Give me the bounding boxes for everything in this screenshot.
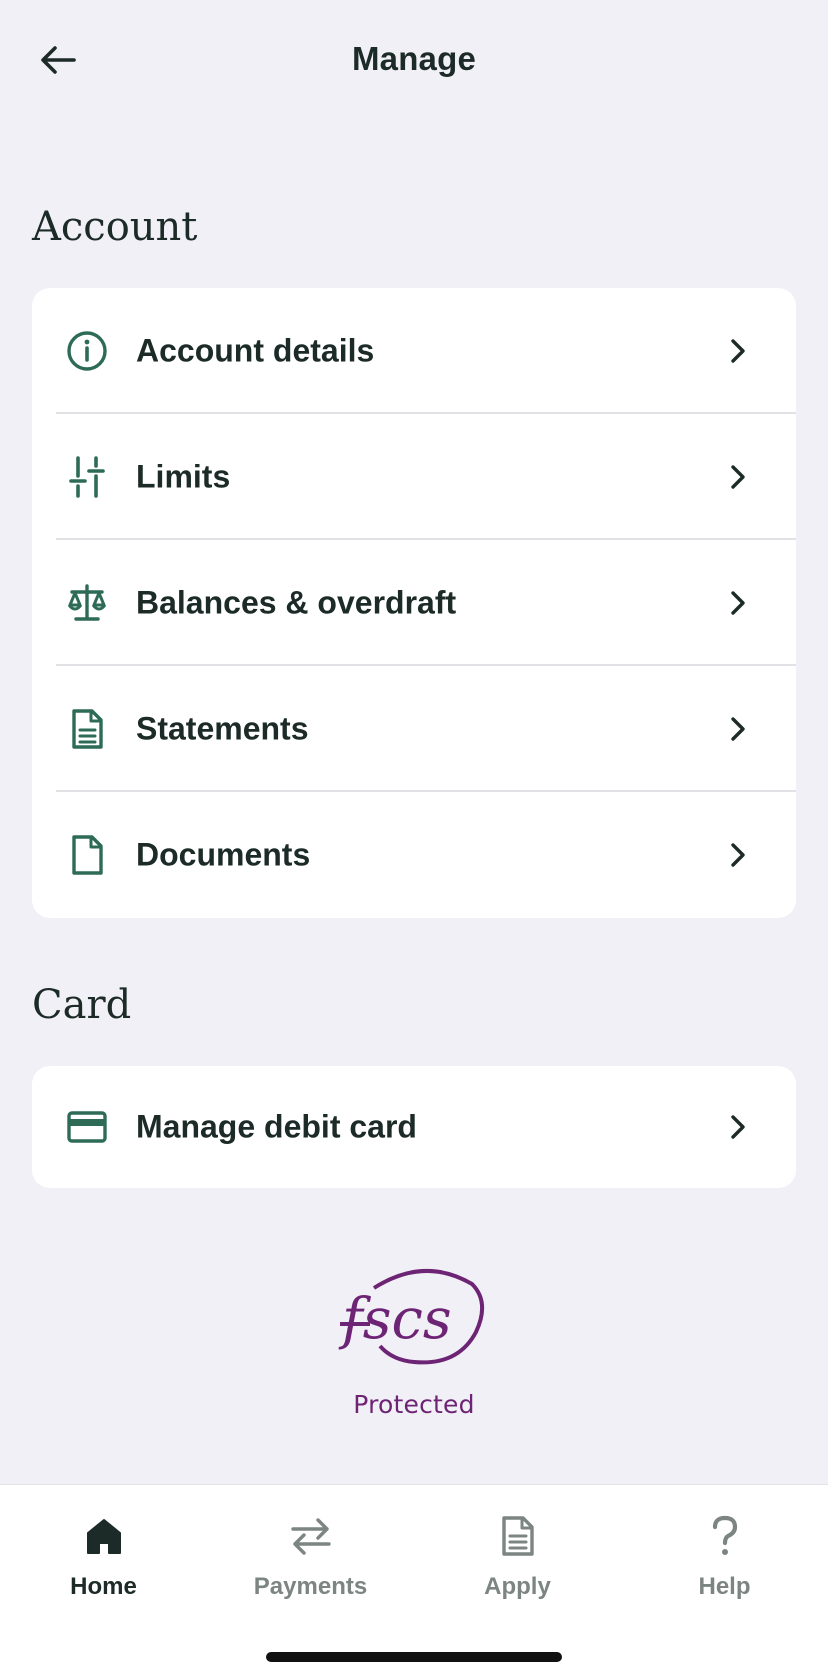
fscs-badge: fscs Protected <box>0 1262 828 1432</box>
question-mark-icon <box>712 1515 737 1555</box>
tab-home[interactable]: Home <box>0 1509 207 1609</box>
statement-icon <box>66 708 108 750</box>
home-icon <box>86 1519 121 1554</box>
document-icon <box>501 1516 534 1556</box>
manage-debit-card-row[interactable]: Manage debit card <box>32 1066 796 1188</box>
fscs-protected-text: Protected <box>353 1390 475 1419</box>
fscs-logo: fscs <box>338 1268 484 1365</box>
info-icon <box>66 330 108 372</box>
chevron-right-icon <box>724 337 752 365</box>
document-icon <box>66 834 108 876</box>
chevron-right-icon <box>724 463 752 491</box>
account-details-label: Account details <box>136 332 375 369</box>
transfer-arrows-icon <box>290 1518 331 1555</box>
account-card: Account details Limits Balances & overdr… <box>32 288 796 918</box>
account-details-row[interactable]: Account details <box>32 288 796 414</box>
limits-row[interactable]: Limits <box>32 414 796 540</box>
balances-overdraft-label: Balances & overdraft <box>136 584 457 621</box>
chevron-right-icon <box>724 589 752 617</box>
card-section-heading: Card <box>32 982 132 1028</box>
scales-icon <box>66 582 108 624</box>
documents-label: Documents <box>136 836 311 873</box>
bottom-tab-bar: Home Payments Apply Help <box>0 1484 828 1680</box>
tab-apply[interactable]: Apply <box>414 1509 621 1609</box>
statements-label: Statements <box>136 710 309 747</box>
chevron-right-icon <box>724 841 752 869</box>
debit-card-card: Manage debit card <box>32 1066 796 1188</box>
balances-overdraft-row[interactable]: Balances & overdraft <box>32 540 796 666</box>
account-section-heading: Account <box>32 204 198 250</box>
svg-text:fscs: fscs <box>338 1287 452 1352</box>
statements-row[interactable]: Statements <box>32 666 796 792</box>
limits-label: Limits <box>136 458 231 495</box>
chevron-right-icon <box>724 1113 752 1141</box>
manage-debit-card-label: Manage debit card <box>136 1108 417 1145</box>
page-title: Manage <box>351 40 477 77</box>
credit-card-icon <box>66 1106 108 1148</box>
tab-help[interactable]: Help <box>621 1509 828 1609</box>
header: Manage <box>0 0 828 120</box>
tab-apply-label: Apply <box>484 1573 551 1600</box>
tab-payments[interactable]: Payments <box>207 1509 414 1609</box>
chevron-right-icon <box>724 715 752 743</box>
home-indicator <box>266 1652 562 1662</box>
tab-payments-label: Payments <box>253 1573 368 1600</box>
tab-home-label: Home <box>70 1573 137 1600</box>
sliders-icon <box>66 456 108 498</box>
documents-row[interactable]: Documents <box>32 792 796 918</box>
tab-help-label: Help <box>698 1573 751 1600</box>
